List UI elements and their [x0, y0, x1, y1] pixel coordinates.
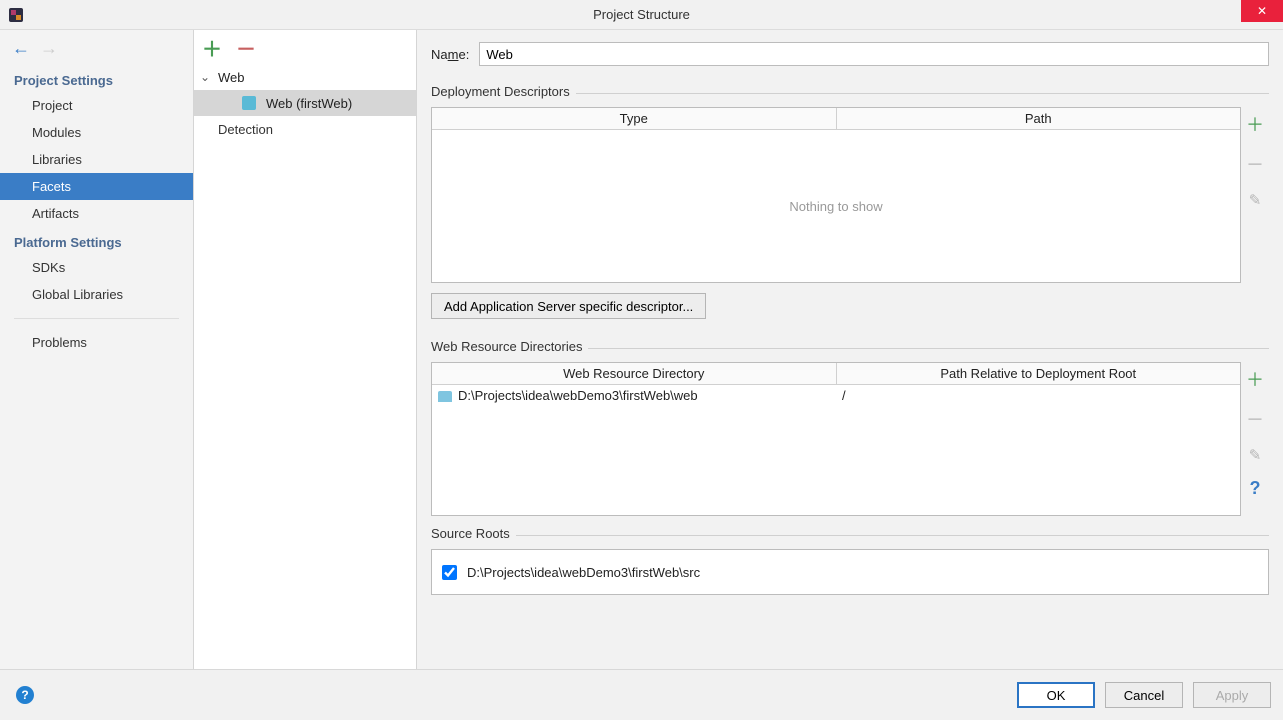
- ok-button[interactable]: OK: [1017, 682, 1095, 708]
- sidebar-item-libraries[interactable]: Libraries: [0, 146, 193, 173]
- source-roots-box: D:\Projects\idea\webDemo3\firstWeb\src: [431, 549, 1269, 595]
- web-facet-icon: [242, 96, 256, 110]
- source-root-path: D:\Projects\idea\webDemo3\firstWeb\src: [467, 565, 700, 580]
- deploy-group-label: Deployment Descriptors: [431, 84, 570, 99]
- remove-descriptor-icon[interactable]: －: [1246, 151, 1264, 177]
- close-button[interactable]: ✕: [1241, 0, 1283, 22]
- th-type[interactable]: Type: [432, 108, 837, 129]
- remove-webres-icon[interactable]: －: [1246, 406, 1264, 432]
- tree-item-web-first[interactable]: Web (firstWeb): [194, 90, 416, 116]
- tree-detection[interactable]: Detection: [194, 116, 416, 143]
- source-roots-label: Source Roots: [431, 526, 510, 541]
- add-appserver-descriptor-button[interactable]: Add Application Server specific descript…: [431, 293, 706, 319]
- facets-panel: ＋ － ⌄ Web Web (firstWeb) Detection: [194, 30, 417, 669]
- webres-table-header: Web Resource Directory Path Relative to …: [432, 363, 1240, 385]
- window-title: Project Structure: [593, 7, 690, 22]
- source-roots-header: Source Roots: [431, 526, 1269, 545]
- footer: ? OK Cancel Apply: [0, 669, 1283, 720]
- remove-facet-icon[interactable]: －: [236, 33, 256, 62]
- name-label: Name:: [431, 47, 469, 62]
- main-panel: Name: Deployment Descriptors Type Path N…: [417, 30, 1283, 669]
- name-input[interactable]: [479, 42, 1269, 66]
- tree-item-web[interactable]: ⌄ Web: [194, 64, 416, 90]
- folder-icon: [438, 391, 452, 402]
- help-button[interactable]: ?: [16, 686, 34, 704]
- webres-group-header: Web Resource Directories: [431, 339, 1269, 358]
- tree-item-label: Web: [218, 70, 245, 85]
- sidebar: ← → Project Settings Project Modules Lib…: [0, 30, 194, 669]
- sidebar-item-facets[interactable]: Facets: [0, 173, 193, 200]
- help-icon[interactable]: ?: [1250, 478, 1261, 499]
- cancel-button[interactable]: Cancel: [1105, 682, 1183, 708]
- facets-toolbar: ＋ －: [194, 30, 416, 64]
- chevron-down-icon[interactable]: ⌄: [200, 70, 214, 84]
- webres-group-label: Web Resource Directories: [431, 339, 582, 354]
- deploy-group-header: Deployment Descriptors: [431, 84, 1269, 103]
- th-webdir[interactable]: Web Resource Directory: [432, 363, 837, 384]
- add-webres-icon[interactable]: ＋: [1246, 366, 1264, 392]
- source-root-checkbox[interactable]: [442, 565, 457, 580]
- add-facet-icon[interactable]: ＋: [202, 33, 222, 62]
- forward-icon[interactable]: →: [40, 38, 58, 59]
- divider: [14, 318, 179, 319]
- webres-rows: D:\Projects\idea\webDemo3\firstWeb\web /: [432, 385, 1240, 515]
- webres-table: Web Resource Directory Path Relative to …: [431, 362, 1241, 516]
- add-descriptor-icon[interactable]: ＋: [1246, 111, 1264, 137]
- back-icon[interactable]: ←: [12, 38, 30, 59]
- edit-webres-icon[interactable]: ✎: [1249, 446, 1262, 464]
- td-path: /: [836, 388, 1240, 403]
- nav-arrows: ← →: [0, 30, 193, 65]
- name-row: Name:: [431, 42, 1269, 66]
- table-row[interactable]: D:\Projects\idea\webDemo3\firstWeb\web /: [432, 385, 1240, 405]
- deploy-empty-text: Nothing to show: [432, 130, 1240, 282]
- sidebar-item-project[interactable]: Project: [0, 92, 193, 119]
- apply-button[interactable]: Apply: [1193, 682, 1271, 708]
- sidebar-item-artifacts[interactable]: Artifacts: [0, 200, 193, 227]
- facets-tree: ⌄ Web Web (firstWeb) Detection: [194, 64, 416, 669]
- sidebar-item-sdks[interactable]: SDKs: [0, 254, 193, 281]
- th-relpath[interactable]: Path Relative to Deployment Root: [837, 363, 1241, 384]
- deploy-table: Type Path Nothing to show: [431, 107, 1241, 283]
- webres-table-wrap: Web Resource Directory Path Relative to …: [431, 362, 1269, 516]
- edit-descriptor-icon[interactable]: ✎: [1249, 191, 1262, 209]
- sidebar-item-problems[interactable]: Problems: [0, 329, 193, 356]
- sidebar-item-global-libraries[interactable]: Global Libraries: [0, 281, 193, 308]
- tree-item-label: Web (firstWeb): [266, 96, 352, 111]
- title-bar: Project Structure ✕: [0, 0, 1283, 30]
- platform-settings-header: Platform Settings: [0, 227, 193, 254]
- app-icon: [8, 7, 24, 23]
- project-settings-header: Project Settings: [0, 65, 193, 92]
- deploy-table-header: Type Path: [432, 108, 1240, 130]
- deploy-actions: ＋ － ✎: [1241, 107, 1269, 283]
- td-dir: D:\Projects\idea\webDemo3\firstWeb\web: [432, 388, 836, 403]
- th-path[interactable]: Path: [837, 108, 1241, 129]
- sidebar-item-modules[interactable]: Modules: [0, 119, 193, 146]
- webres-actions: ＋ － ✎ ?: [1241, 362, 1269, 516]
- deploy-table-wrap: Type Path Nothing to show ＋ － ✎: [431, 107, 1269, 283]
